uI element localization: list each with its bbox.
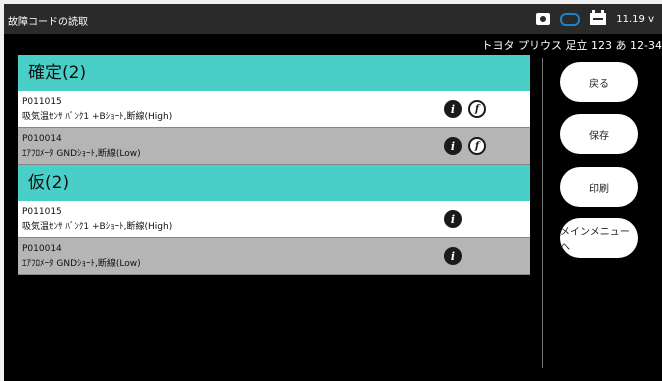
- section-header-confirmed: 確定(2): [18, 55, 530, 91]
- freeze-frame-icon[interactable]: f: [468, 137, 486, 155]
- dtc-code: P011015: [22, 207, 62, 217]
- dtc-row[interactable]: P010014 ｴｱﾌﾛﾒｰﾀ GNDｼｮｰﾄ,断線(Low) i: [18, 238, 530, 275]
- info-icon[interactable]: i: [444, 100, 462, 118]
- dtc-list: 確定(2) P011015 吸気温ｾﾝｻ ﾊﾞﾝｸ1 +Bｼｮｰﾄ,断線(Hig…: [18, 55, 530, 275]
- vci-icon: [560, 12, 581, 26]
- header-bar: 故障コードの読取 11.19 v: [4, 4, 662, 34]
- dtc-description: ｴｱﾌﾛﾒｰﾀ GNDｼｮｰﾄ,断線(Low): [22, 149, 141, 159]
- dtc-code: P011015: [22, 97, 62, 107]
- main-menu-button[interactable]: メインメニューへ: [560, 218, 638, 258]
- dtc-row[interactable]: P010014 ｴｱﾌﾛﾒｰﾀ GNDｼｮｰﾄ,断線(Low) i f: [18, 128, 530, 165]
- info-icon[interactable]: i: [444, 247, 462, 265]
- header-status: 11.19 v: [536, 8, 654, 30]
- divider: [542, 58, 543, 368]
- info-icon[interactable]: i: [444, 210, 462, 228]
- dtc-code: P010014: [22, 134, 62, 144]
- dtc-description: 吸気温ｾﾝｻ ﾊﾞﾝｸ1 +Bｼｮｰﾄ,断線(High): [22, 222, 173, 232]
- camera-icon[interactable]: [536, 13, 551, 25]
- dtc-code: P010014: [22, 244, 62, 254]
- freeze-frame-icon[interactable]: f: [468, 100, 486, 118]
- battery-icon: [590, 10, 607, 25]
- vehicle-info: トヨタ プリウス 足立 123 あ 12-34: [481, 39, 662, 52]
- dtc-row[interactable]: P011015 吸気温ｾﾝｻ ﾊﾞﾝｸ1 +Bｼｮｰﾄ,断線(High) i f: [18, 91, 530, 128]
- info-icon[interactable]: i: [444, 137, 462, 155]
- voltage-readout: 11.19 v: [616, 13, 654, 25]
- app-screen: 故障コードの読取 11.19 v トヨタ プリウス 足立 123 あ 12-34…: [4, 4, 662, 381]
- screen-title: 故障コードの読取: [8, 17, 88, 28]
- back-button[interactable]: 戻る: [560, 62, 638, 102]
- save-button[interactable]: 保存: [560, 114, 638, 154]
- dtc-description: 吸気温ｾﾝｻ ﾊﾞﾝｸ1 +Bｼｮｰﾄ,断線(High): [22, 112, 173, 122]
- dtc-description: ｴｱﾌﾛﾒｰﾀ GNDｼｮｰﾄ,断線(Low): [22, 259, 141, 269]
- print-button[interactable]: 印刷: [560, 167, 638, 207]
- dtc-row[interactable]: P011015 吸気温ｾﾝｻ ﾊﾞﾝｸ1 +Bｼｮｰﾄ,断線(High) i: [18, 201, 530, 238]
- section-header-pending: 仮(2): [18, 165, 530, 201]
